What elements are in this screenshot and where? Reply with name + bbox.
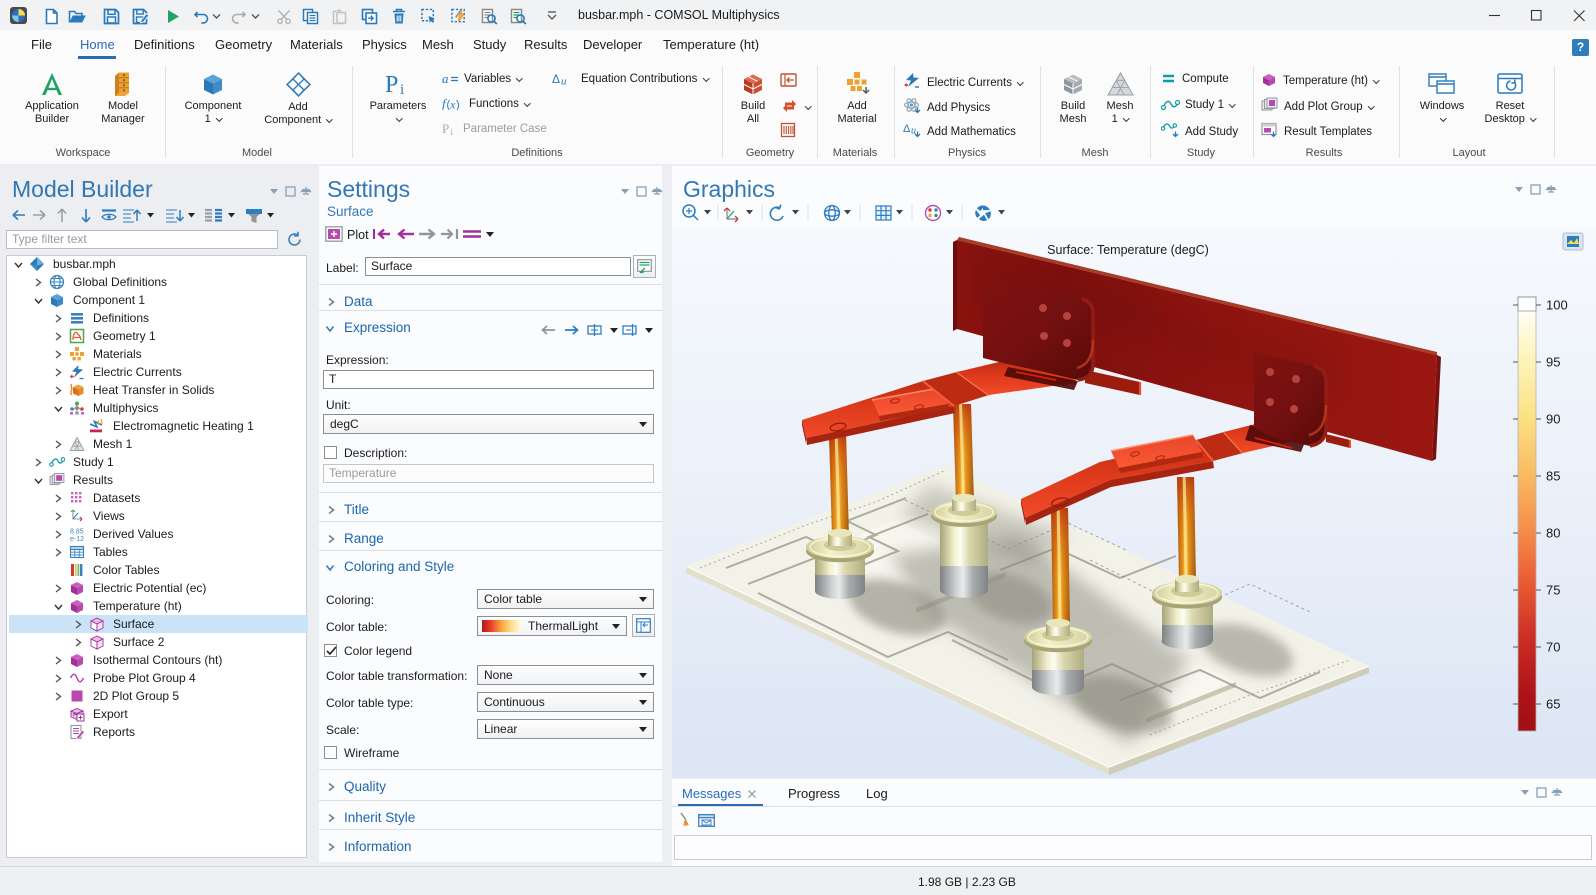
svg-text:100: 100 <box>1546 298 1568 313</box>
svg-text:i: i <box>400 82 404 97</box>
svg-text:Surface: Temperature (degC): Surface: Temperature (degC) <box>1047 243 1209 257</box>
svg-text:80: 80 <box>1546 526 1560 541</box>
svg-text:e-12: e-12 <box>70 536 84 542</box>
svg-text:i: i <box>451 127 454 135</box>
svg-text:x: x <box>449 98 456 111</box>
svg-text:65: 65 <box>1546 697 1560 712</box>
svg-text:8.85: 8.85 <box>70 529 84 536</box>
svg-text:): ) <box>456 99 460 110</box>
svg-text:70: 70 <box>1546 640 1560 655</box>
svg-text:P: P <box>442 122 449 135</box>
svg-text:Δ: Δ <box>552 72 560 85</box>
svg-text:P: P <box>385 72 398 97</box>
svg-text:75: 75 <box>1546 583 1560 598</box>
svg-text:u: u <box>561 76 567 86</box>
svg-text:85: 85 <box>1546 469 1560 484</box>
svg-text:Δ: Δ <box>903 123 911 135</box>
svg-text:a: a <box>442 72 449 85</box>
svg-text:95: 95 <box>1546 355 1560 370</box>
svg-text:90: 90 <box>1546 412 1560 427</box>
